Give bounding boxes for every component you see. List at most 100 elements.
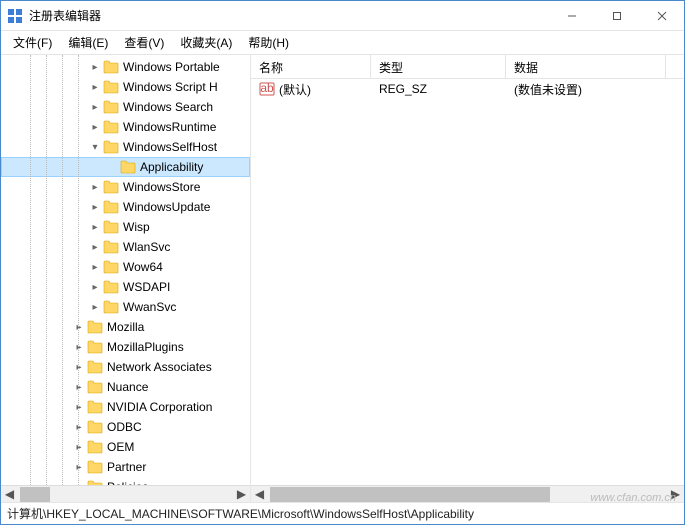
chevron-right-icon[interactable]: ▸ bbox=[73, 382, 85, 393]
svg-text:ab: ab bbox=[260, 81, 274, 95]
folder-icon bbox=[103, 60, 119, 74]
menu-file[interactable]: 文件(F) bbox=[5, 31, 60, 54]
tree-item[interactable]: ▸Windows Script H bbox=[1, 77, 250, 97]
chevron-right-icon[interactable]: ▸ bbox=[73, 322, 85, 333]
tree-item-label: Partner bbox=[107, 460, 146, 474]
tree-item-label: Wisp bbox=[123, 220, 150, 234]
scroll-thumb[interactable] bbox=[270, 487, 550, 502]
tree-item[interactable]: ▸ WwanSvc bbox=[1, 297, 250, 317]
folder-icon bbox=[87, 420, 103, 434]
maximize-button[interactable] bbox=[594, 1, 639, 31]
scroll-left-icon[interactable]: ◀ bbox=[1, 486, 18, 503]
chevron-right-icon[interactable]: ▸ bbox=[89, 202, 101, 213]
tree-item[interactable]: ▸Policies bbox=[1, 477, 250, 485]
tree-item[interactable]: ▾WindowsSelfHost bbox=[1, 137, 250, 157]
tree-item-label: ODBC bbox=[107, 420, 142, 434]
folder-icon bbox=[103, 100, 119, 114]
tree-item[interactable]: ▸NVIDIA Corporation bbox=[1, 397, 250, 417]
minimize-button[interactable] bbox=[549, 1, 594, 31]
folder-icon bbox=[103, 280, 119, 294]
list-pane: 名称 类型 数据 ab(默认)REG_SZ(数值未设置) ◀ ▶ bbox=[251, 55, 684, 502]
chevron-right-icon[interactable]: ▸ bbox=[89, 82, 101, 93]
tree-item[interactable]: ▸WSDAPI bbox=[1, 277, 250, 297]
col-header-type[interactable]: 类型 bbox=[371, 55, 506, 78]
menu-edit[interactable]: 编辑(E) bbox=[60, 31, 116, 54]
tree-item[interactable]: ▸ WindowsRuntime bbox=[1, 117, 250, 137]
chevron-right-icon[interactable]: ▸ bbox=[73, 362, 85, 373]
scroll-track[interactable] bbox=[18, 486, 233, 503]
tree-item[interactable]: ▸ Wisp bbox=[1, 217, 250, 237]
chevron-right-icon[interactable]: ▸ bbox=[73, 482, 85, 486]
chevron-right-icon[interactable]: ▸ bbox=[89, 222, 101, 233]
chevron-right-icon[interactable]: ▸ bbox=[89, 302, 101, 313]
tree-item[interactable]: ▸WindowsStore bbox=[1, 177, 250, 197]
scroll-thumb[interactable] bbox=[20, 487, 50, 502]
tree-item[interactable]: ▸ Windows Search bbox=[1, 97, 250, 117]
cell-name-text: (默认) bbox=[279, 81, 311, 98]
list-horizontal-scrollbar[interactable]: ◀ ▶ bbox=[251, 485, 684, 502]
chevron-right-icon[interactable]: ▸ bbox=[89, 122, 101, 133]
folder-icon bbox=[87, 320, 103, 334]
tree-horizontal-scrollbar[interactable]: ◀ ▶ bbox=[1, 485, 250, 502]
scroll-left-icon[interactable]: ◀ bbox=[251, 486, 268, 503]
folder-icon bbox=[87, 400, 103, 414]
tree-item[interactable]: ▸ Windows Portable bbox=[1, 57, 250, 77]
tree-item-label: WindowsRuntime bbox=[123, 120, 216, 134]
tree-item[interactable]: ▸WlanSvc bbox=[1, 237, 250, 257]
status-path: 计算机\HKEY_LOCAL_MACHINE\SOFTWARE\Microsof… bbox=[7, 505, 474, 522]
chevron-right-icon[interactable]: ▸ bbox=[89, 262, 101, 273]
chevron-right-icon[interactable]: ▸ bbox=[89, 182, 101, 193]
menu-favorites[interactable]: 收藏夹(A) bbox=[172, 31, 240, 54]
chevron-right-icon[interactable]: ▸ bbox=[73, 442, 85, 453]
col-header-name[interactable]: 名称 bbox=[251, 55, 371, 78]
chevron-right-icon[interactable]: ▸ bbox=[73, 462, 85, 473]
status-bar: 计算机\HKEY_LOCAL_MACHINE\SOFTWARE\Microsof… bbox=[1, 502, 684, 524]
string-value-icon: ab bbox=[259, 81, 275, 97]
list-body[interactable]: ab(默认)REG_SZ(数值未设置) bbox=[251, 79, 684, 485]
col-header-data[interactable]: 数据 bbox=[506, 55, 666, 78]
folder-icon bbox=[120, 160, 136, 174]
scroll-right-icon[interactable]: ▶ bbox=[233, 486, 250, 503]
close-button[interactable] bbox=[639, 1, 684, 31]
folder-icon bbox=[87, 460, 103, 474]
tree-item-label: Wow64 bbox=[123, 260, 163, 274]
tree-item-label: WwanSvc bbox=[123, 300, 176, 314]
chevron-right-icon[interactable]: ▸ bbox=[89, 242, 101, 253]
tree-item-label: MozillaPlugins bbox=[107, 340, 184, 354]
menu-bar: 文件(F) 编辑(E) 查看(V) 收藏夹(A) 帮助(H) bbox=[1, 31, 684, 55]
tree-item[interactable]: ▸Network Associates bbox=[1, 357, 250, 377]
chevron-right-icon[interactable]: ▸ bbox=[89, 62, 101, 73]
tree-pane: ▸Windows Portable▸Windows Script H▸Windo… bbox=[1, 55, 251, 502]
main-split: ▸Windows Portable▸Windows Script H▸Windo… bbox=[1, 55, 684, 502]
cell-name: ab (默认) bbox=[251, 79, 371, 100]
chevron-right-icon[interactable]: ▸ bbox=[73, 402, 85, 413]
menu-help[interactable]: 帮助(H) bbox=[240, 31, 297, 54]
menu-view[interactable]: 查看(V) bbox=[116, 31, 172, 54]
chevron-right-icon[interactable]: ▸ bbox=[89, 102, 101, 113]
tree-item[interactable]: ▸ ODBC bbox=[1, 417, 250, 437]
tree-item[interactable]: ▸OEM bbox=[1, 437, 250, 457]
chevron-down-icon[interactable]: ▾ bbox=[89, 142, 101, 153]
chevron-right-icon[interactable]: ▸ bbox=[73, 342, 85, 353]
tree-item[interactable]: ▸WindowsUpdate bbox=[1, 197, 250, 217]
folder-icon bbox=[87, 360, 103, 374]
list-row[interactable]: ab(默认)REG_SZ(数值未设置) bbox=[251, 79, 684, 99]
window-title: 注册表编辑器 bbox=[29, 7, 549, 24]
tree-item-label: Mozilla bbox=[107, 320, 144, 334]
folder-icon bbox=[103, 80, 119, 94]
tree-item-label: Windows Portable bbox=[123, 60, 220, 74]
tree-item[interactable]: •Applicability bbox=[1, 157, 250, 177]
folder-icon bbox=[87, 380, 103, 394]
scroll-right-icon[interactable]: ▶ bbox=[667, 486, 684, 503]
tree-item[interactable]: ▸Nuance bbox=[1, 377, 250, 397]
scroll-track[interactable] bbox=[268, 486, 667, 503]
list-header: 名称 类型 数据 bbox=[251, 55, 684, 79]
chevron-right-icon[interactable]: ▸ bbox=[73, 422, 85, 433]
tree-scroll-area[interactable]: ▸Windows Portable▸Windows Script H▸Windo… bbox=[1, 55, 250, 485]
tree-item-label: Windows Search bbox=[123, 100, 213, 114]
tree-item[interactable]: ▸ Partner bbox=[1, 457, 250, 477]
tree-item[interactable]: ▸ Mozilla bbox=[1, 317, 250, 337]
tree-item[interactable]: ▸ Wow64 bbox=[1, 257, 250, 277]
tree-item[interactable]: ▸ MozillaPlugins bbox=[1, 337, 250, 357]
chevron-right-icon[interactable]: ▸ bbox=[89, 282, 101, 293]
